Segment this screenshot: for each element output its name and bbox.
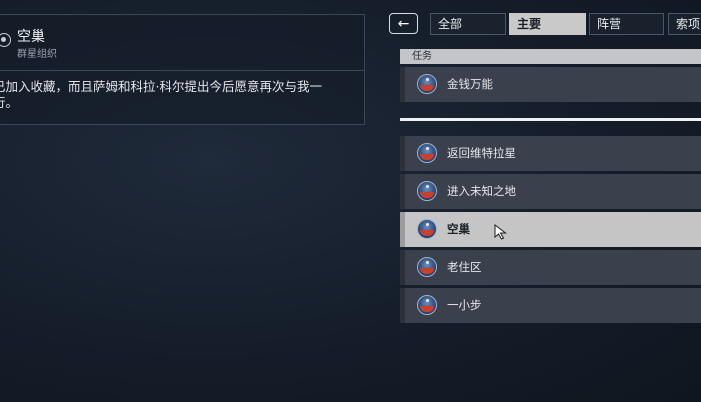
mission-item[interactable]: 老住区 — [400, 250, 701, 285]
mission-label: 空巢 — [447, 222, 470, 236]
mission-emblem-icon — [417, 257, 437, 277]
mouse-cursor-icon — [494, 224, 507, 240]
tab-label: 阵营 — [597, 17, 622, 31]
mission-item-pinned[interactable]: 金钱万能 — [400, 67, 701, 102]
tab-faction[interactable]: 阵营 — [589, 13, 664, 35]
mission-emblem-icon — [417, 143, 437, 163]
back-button[interactable]: ← — [389, 13, 418, 34]
mission-label: 金钱万能 — [447, 77, 493, 91]
mission-label: 进入未知之地 — [447, 184, 516, 198]
tab-all[interactable]: 全部 — [430, 13, 506, 35]
mission-detail-title: 空巢 — [17, 29, 45, 45]
tab-label: 全部 — [438, 17, 463, 31]
mission-item-selected[interactable]: 空巢 — [400, 212, 701, 247]
mission-emblem-icon — [417, 74, 437, 94]
mission-detail-header: 空巢 群星组织 — [0, 15, 364, 71]
mission-detail-panel: 空巢 群星组织 已加入收藏，而且萨姆和科拉·科尔提出今后愿意再次与我一 行。 — [0, 14, 365, 125]
mission-detail-description: 已加入收藏，而且萨姆和科拉·科尔提出今后愿意再次与我一 行。 — [0, 79, 322, 110]
tab-main[interactable]: 主要 — [509, 13, 586, 35]
mission-label: 一小步 — [447, 298, 482, 312]
mission-item[interactable]: 进入未知之地 — [400, 174, 701, 209]
mission-item[interactable]: 一小步 — [400, 288, 701, 323]
mission-emblem-icon — [417, 181, 437, 201]
tab-label: 索项 — [676, 17, 701, 31]
mission-emblem-icon — [417, 295, 437, 315]
mission-label: 老住区 — [447, 260, 482, 274]
section-divider — [400, 118, 701, 121]
mission-target-icon — [0, 33, 11, 47]
tab-label: 主要 — [517, 17, 542, 31]
mission-item[interactable]: 返回维特拉星 — [400, 136, 701, 171]
mission-label: 返回维特拉星 — [447, 146, 516, 160]
mission-list-header: 任务 — [400, 49, 701, 64]
mission-emblem-icon — [417, 219, 437, 239]
arrow-left-icon: ← — [397, 15, 410, 32]
tab-misc[interactable]: 索项 — [668, 13, 701, 35]
mission-detail-faction: 群星组织 — [17, 49, 57, 60]
